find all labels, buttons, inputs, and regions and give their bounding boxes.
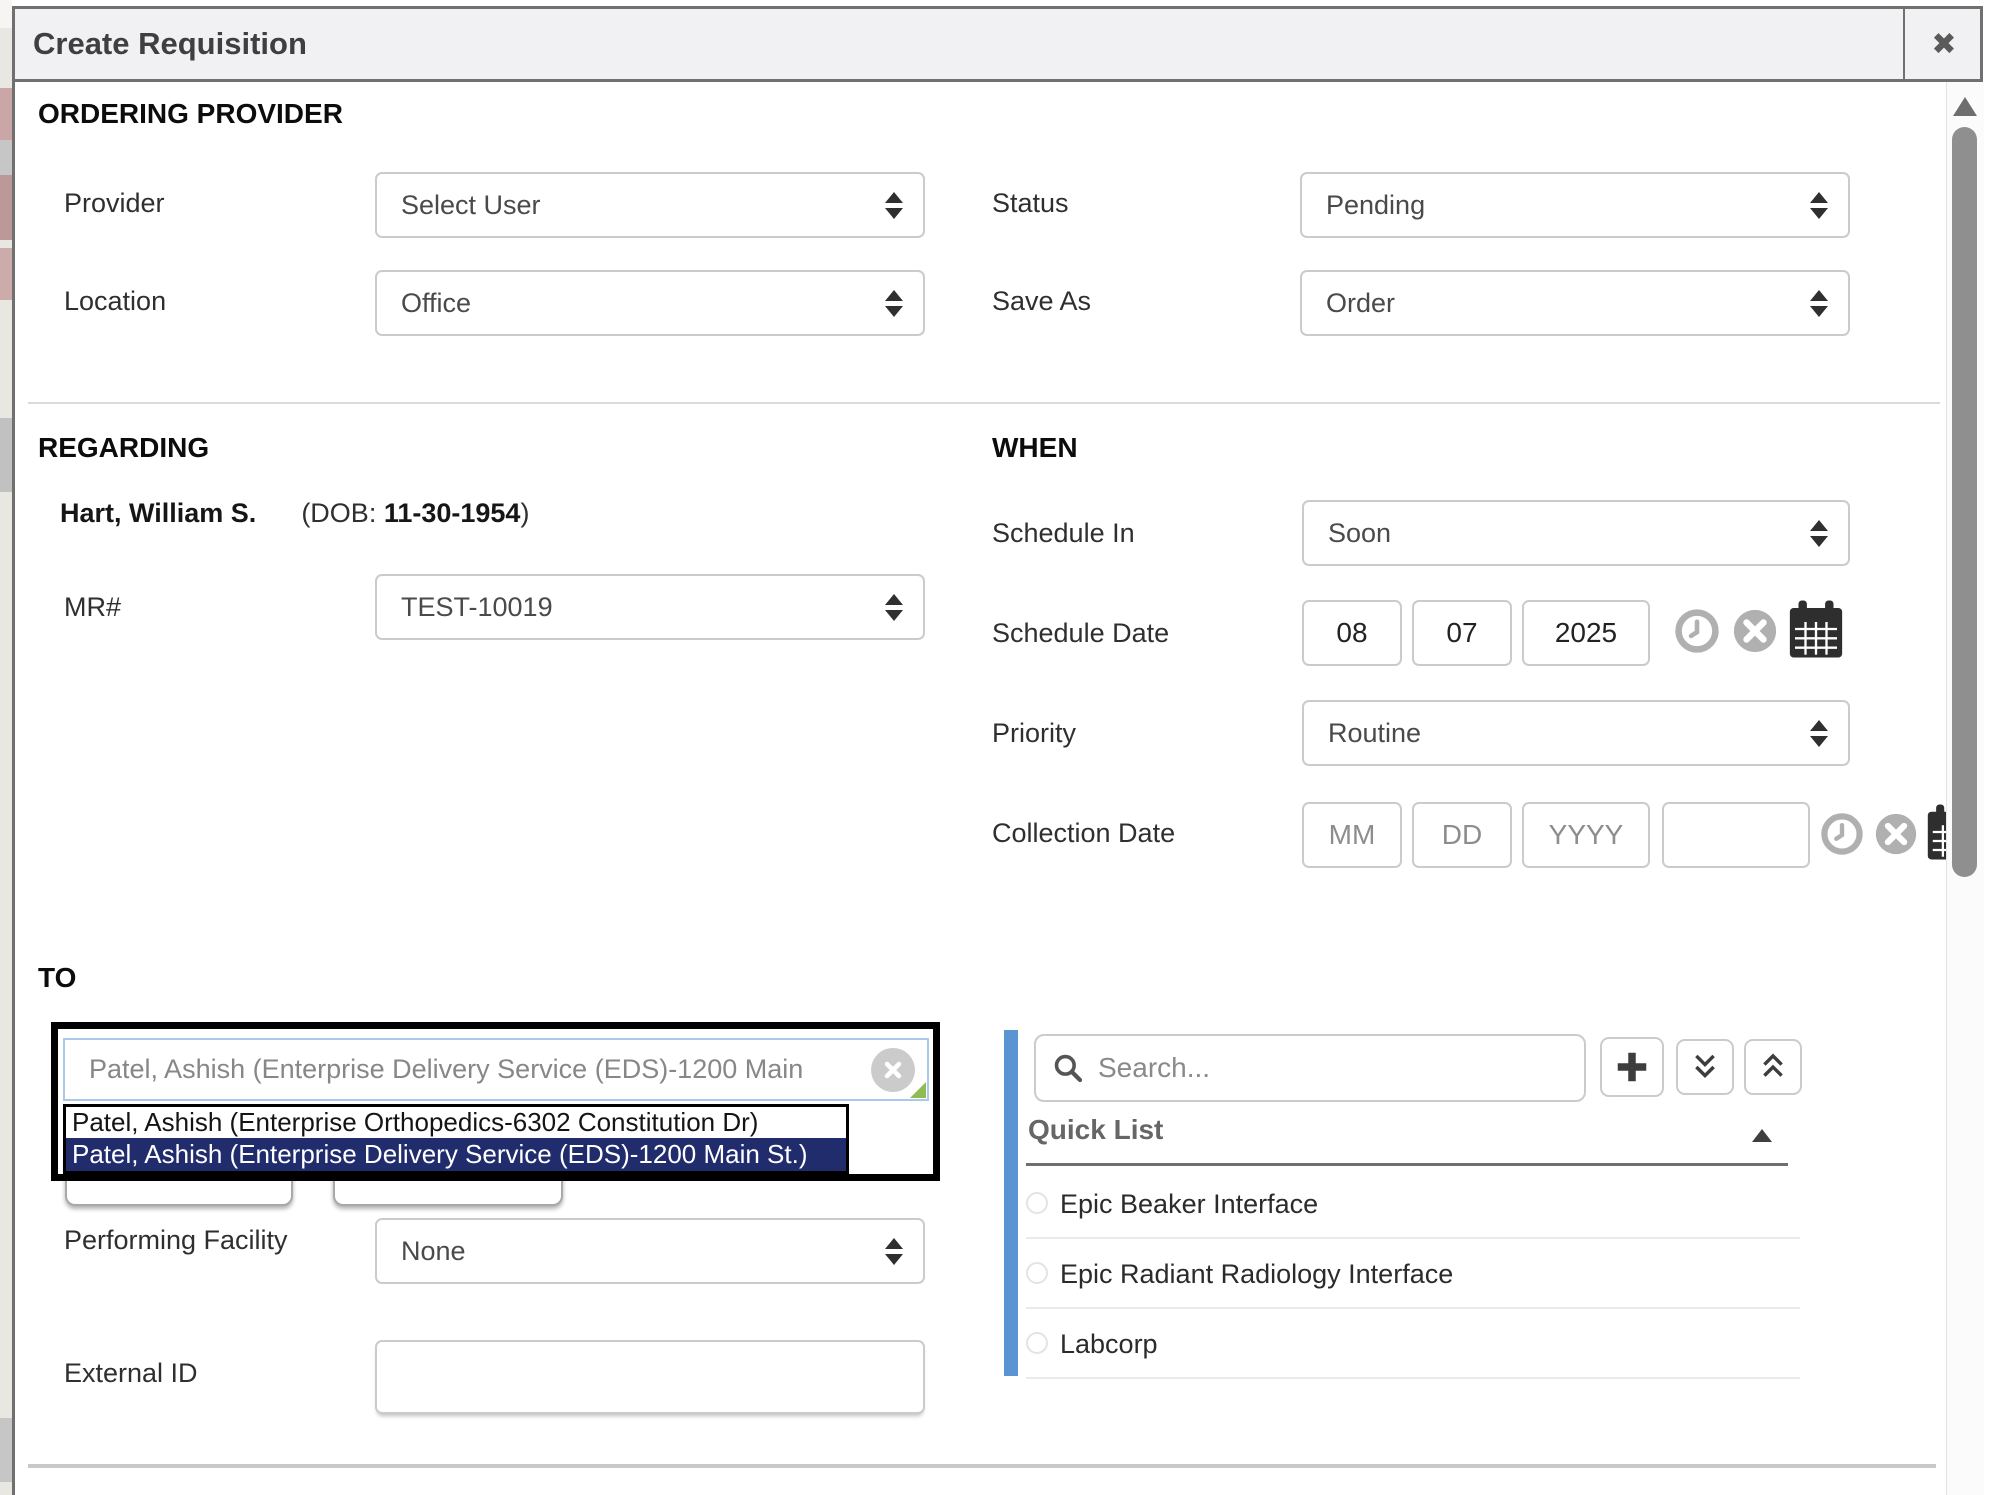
patient-info-line: Hart, William S. (DOB: 11-30-1954) bbox=[60, 498, 529, 529]
select-arrows-icon bbox=[1810, 290, 1828, 317]
quick-list-heading: Quick List bbox=[1028, 1114, 1163, 1146]
recipient-clear-icon[interactable] bbox=[871, 1048, 915, 1092]
external-id-label: External ID bbox=[64, 1358, 198, 1389]
plus-icon bbox=[1614, 1049, 1650, 1085]
modal-title: Create Requisition bbox=[33, 9, 307, 79]
select-arrows-icon bbox=[1810, 520, 1828, 547]
schedule-in-label: Schedule In bbox=[992, 518, 1135, 549]
quick-list-item[interactable]: Epic Beaker Interface bbox=[1060, 1189, 1318, 1220]
schedule-date-day-input[interactable] bbox=[1412, 600, 1512, 666]
quick-list-item[interactable]: Epic Radiant Radiology Interface bbox=[1060, 1259, 1453, 1290]
select-arrows-icon bbox=[885, 594, 903, 621]
schedule-date-year-input[interactable] bbox=[1522, 600, 1650, 666]
schedule-date-calendar-icon[interactable] bbox=[1788, 598, 1844, 660]
recipient-suggestion-list: Patel, Ashish (Enterprise Orthopedics-63… bbox=[63, 1104, 849, 1174]
scrollbar-thumb[interactable] bbox=[1952, 127, 1977, 877]
performing-facility-label: Performing Facility bbox=[64, 1218, 304, 1262]
patient-name: Hart, William S. bbox=[60, 498, 256, 529]
select-arrows-icon bbox=[885, 1238, 903, 1265]
schedule-date-clear-icon[interactable] bbox=[1732, 608, 1778, 654]
page-fragment bbox=[0, 0, 12, 28]
status-select[interactable]: Pending bbox=[1300, 172, 1850, 238]
patient-dob: (DOB: 11-30-1954) bbox=[301, 498, 529, 529]
schedule-in-select[interactable]: Soon bbox=[1302, 500, 1850, 566]
save-as-select[interactable]: Order bbox=[1300, 270, 1850, 336]
suggestion-item-selected[interactable]: Patel, Ashish (Enterprise Delivery Servi… bbox=[66, 1138, 846, 1171]
quick-list-item[interactable]: Labcorp bbox=[1060, 1329, 1158, 1360]
collection-date-label: Collection Date bbox=[992, 818, 1175, 849]
page-background-strip bbox=[0, 0, 12, 1495]
add-button[interactable] bbox=[1600, 1037, 1664, 1097]
resize-grip-icon[interactable] bbox=[910, 1082, 926, 1098]
quick-list-divider bbox=[1026, 1163, 1788, 1166]
page-fragment bbox=[0, 418, 12, 492]
list-separator bbox=[1026, 1307, 1800, 1309]
page-fragment bbox=[0, 140, 12, 175]
scrollbar-up-arrow[interactable] bbox=[1953, 97, 1977, 116]
page-fragment bbox=[0, 1418, 12, 1482]
double-chevron-up-icon bbox=[1758, 1051, 1788, 1083]
when-heading: WHEN bbox=[992, 432, 1078, 464]
expand-all-button[interactable] bbox=[1676, 1039, 1734, 1095]
location-select[interactable]: Office bbox=[375, 270, 925, 336]
quick-list-collapse-icon[interactable] bbox=[1752, 1129, 1772, 1142]
collection-date-month-input[interactable] bbox=[1302, 802, 1402, 868]
list-separator bbox=[1026, 1377, 1800, 1379]
collection-date-time-icon[interactable] bbox=[1820, 812, 1864, 856]
service-search-field[interactable] bbox=[1034, 1034, 1586, 1102]
provider-select[interactable]: Select User bbox=[375, 172, 925, 238]
double-chevron-down-icon bbox=[1690, 1051, 1720, 1083]
search-input[interactable] bbox=[1096, 1051, 1570, 1085]
select-arrows-icon bbox=[1810, 720, 1828, 747]
modal-header bbox=[15, 9, 1980, 82]
performing-facility-select[interactable]: None bbox=[375, 1218, 925, 1284]
page-fragment bbox=[0, 175, 12, 240]
location-label: Location bbox=[64, 286, 166, 317]
recipient-search-field[interactable] bbox=[63, 1038, 929, 1101]
close-icon: ✖ bbox=[1931, 27, 1956, 62]
mr-label: MR# bbox=[64, 592, 121, 623]
to-heading: TO bbox=[38, 962, 76, 994]
regarding-heading: REGARDING bbox=[38, 432, 209, 464]
collection-date-clear-icon[interactable] bbox=[1874, 812, 1918, 856]
schedule-date-label: Schedule Date bbox=[992, 618, 1169, 649]
schedule-date-month-input[interactable] bbox=[1302, 600, 1402, 666]
quick-list-radio[interactable] bbox=[1026, 1192, 1048, 1214]
list-separator bbox=[1026, 1237, 1800, 1239]
select-arrows-icon bbox=[885, 192, 903, 219]
collapse-all-button[interactable] bbox=[1744, 1039, 1802, 1095]
suggestion-item[interactable]: Patel, Ashish (Enterprise Orthopedics-63… bbox=[66, 1107, 846, 1138]
select-arrows-icon bbox=[1810, 192, 1828, 219]
collection-date-time-input[interactable] bbox=[1662, 802, 1810, 868]
external-id-input[interactable] bbox=[375, 1340, 925, 1414]
quick-list-radio[interactable] bbox=[1026, 1332, 1048, 1354]
collection-date-day-input[interactable] bbox=[1412, 802, 1512, 868]
collection-date-year-input[interactable] bbox=[1522, 802, 1650, 868]
bottom-divider bbox=[28, 1464, 1936, 1468]
priority-label: Priority bbox=[992, 718, 1076, 749]
status-label: Status bbox=[992, 188, 1069, 219]
select-arrows-icon bbox=[885, 290, 903, 317]
search-icon bbox=[1052, 1052, 1084, 1084]
mr-select[interactable]: TEST-10019 bbox=[375, 574, 925, 640]
recipient-search-input[interactable] bbox=[87, 1053, 871, 1086]
close-button[interactable]: ✖ bbox=[1905, 9, 1983, 79]
priority-select[interactable]: Routine bbox=[1302, 700, 1850, 766]
quick-list-radio[interactable] bbox=[1026, 1262, 1048, 1284]
section-divider bbox=[28, 402, 1940, 404]
panel-accent-bar bbox=[1004, 1030, 1018, 1376]
provider-label: Provider bbox=[64, 188, 165, 219]
page-fragment bbox=[0, 88, 12, 140]
save-as-label: Save As bbox=[992, 286, 1091, 317]
schedule-date-time-icon[interactable] bbox=[1674, 608, 1720, 654]
page-fragment bbox=[0, 248, 12, 300]
ordering-provider-heading: ORDERING PROVIDER bbox=[38, 98, 343, 130]
create-requisition-screen: Create Requisition ✖ ORDERING PROVIDER P… bbox=[0, 0, 1990, 1495]
